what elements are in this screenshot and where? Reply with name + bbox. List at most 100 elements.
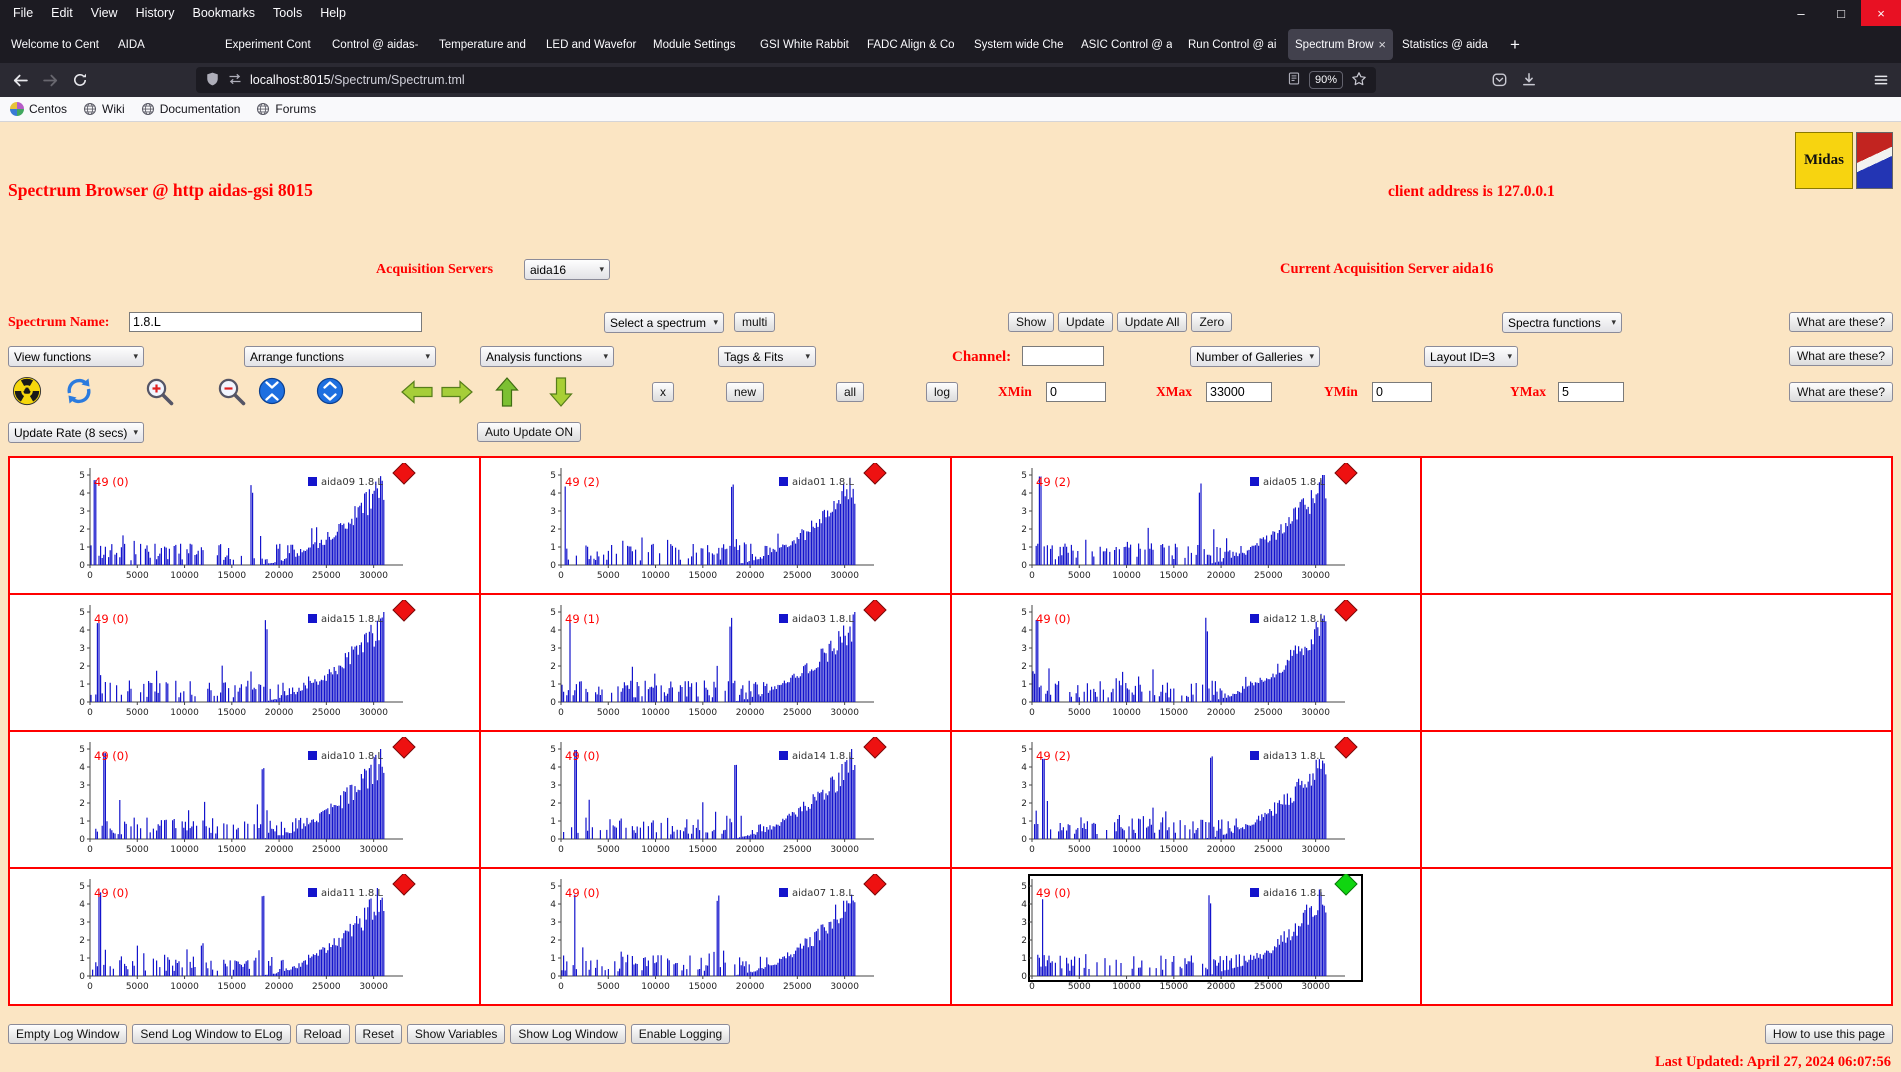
pocket-icon[interactable]	[1485, 67, 1513, 93]
send-log-window-to-elog-button[interactable]: Send Log Window to ELog	[132, 1024, 291, 1044]
ymax-input[interactable]	[1558, 382, 1624, 402]
zoom-in-icon[interactable]	[144, 376, 174, 411]
layout-id-dropdown[interactable]: Layout ID=3 ▾	[1424, 346, 1518, 367]
menu-tools[interactable]: Tools	[264, 0, 311, 26]
downloads-icon[interactable]	[1515, 67, 1543, 93]
gallery-cell-aida16[interactable]: 0 1 2 3 4 5 0 5000 10000 15000 20000 25000 30000 aida…	[950, 868, 1422, 1005]
number-of-galleries-dropdown[interactable]: Number of Galleries ▾	[1190, 346, 1320, 367]
tags-fits-dropdown[interactable]: Tags & Fits ▾	[718, 346, 816, 367]
select-a-spectrum-dropdown[interactable]: Select a spectrum ▾	[604, 312, 724, 333]
xmin-input[interactable]	[1046, 382, 1106, 402]
bookmark-documentation[interactable]: Documentation	[141, 102, 240, 116]
spectrum-plot-aida16[interactable]: 0 1 2 3 4 5 0 5000 10000 15000 20000 25000 30000 aida…	[990, 874, 1370, 1000]
tab-welcome-to-cent[interactable]: Welcome to Cent	[4, 29, 109, 60]
zero-button[interactable]: Zero	[1191, 312, 1233, 332]
update-all-button[interactable]: Update All	[1116, 312, 1188, 332]
spectrum-plot-aida05[interactable]: 0 1 2 3 4 5 0 5000 10000 15000 20000 25000 30000 aida…	[990, 463, 1370, 589]
gallery-cell-aida09[interactable]: 0 1 2 3 4 5 0 5000 10000 15000 20000 25000 30000 aida…	[9, 457, 480, 594]
arrow-right-icon[interactable]	[440, 379, 474, 410]
spectrum-plot-aida14[interactable]: 0 1 2 3 4 5 0 5000 10000 15000 20000 25000 30000 aida…	[519, 737, 899, 863]
update-button[interactable]: Update	[1058, 312, 1113, 332]
gallery-cell-aida13[interactable]: 0 1 2 3 4 5 0 5000 10000 15000 20000 25000 30000 aida…	[950, 731, 1422, 868]
tab-experiment-cont[interactable]: Experiment Cont	[218, 29, 323, 60]
acquisition-server-select[interactable]: aida16 ▾	[524, 259, 610, 280]
menu-history[interactable]: History	[127, 0, 184, 26]
bookmark-centos[interactable]: Centos	[10, 102, 67, 116]
tab-module-settings[interactable]: Module Settings	[646, 29, 751, 60]
new-button[interactable]: new	[726, 382, 765, 402]
gallery-cell-aida07[interactable]: 0 1 2 3 4 5 0 5000 10000 15000 20000 25000 30000 aida…	[479, 868, 951, 1005]
x-button[interactable]: x	[652, 382, 674, 402]
channel-input[interactable]	[1022, 346, 1104, 366]
all-button[interactable]: all	[836, 382, 865, 402]
ymin-input[interactable]	[1372, 382, 1432, 402]
gallery-cell-aida01[interactable]: 0 1 2 3 4 5 0 5000 10000 15000 20000 25000 30000 aida…	[479, 457, 951, 594]
spectrum-plot-aida03[interactable]: 0 1 2 3 4 5 0 5000 10000 15000 20000 25000 30000 aida…	[519, 600, 899, 726]
spectrum-plot-aida12[interactable]: 0 1 2 3 4 5 0 5000 10000 15000 20000 25000 30000 aida…	[990, 600, 1370, 726]
what-are-these-button-1[interactable]: What are these?	[1788, 312, 1893, 332]
gallery-cell-aida14[interactable]: 0 1 2 3 4 5 0 5000 10000 15000 20000 25000 30000 aida…	[479, 731, 951, 868]
gallery-cell-aida12[interactable]: 0 1 2 3 4 5 0 5000 10000 15000 20000 25000 30000 aida…	[950, 594, 1422, 731]
arrow-left-icon[interactable]	[400, 379, 434, 410]
radiation-icon[interactable]	[12, 376, 42, 411]
url-bar[interactable]: localhost:8015/Spectrum/Spectrum.tml 90%	[196, 67, 1376, 93]
arrow-down-icon[interactable]	[548, 376, 574, 413]
gallery-cell-aida05[interactable]: 0 1 2 3 4 5 0 5000 10000 15000 20000 25000 30000 aida…	[950, 457, 1422, 594]
empty-log-window-button[interactable]: Empty Log Window	[8, 1024, 128, 1044]
connection-icon[interactable]	[227, 71, 243, 90]
menu-help[interactable]: Help	[311, 0, 355, 26]
reader-mode-icon[interactable]	[1287, 71, 1301, 89]
spectrum-plot-aida09[interactable]: 0 1 2 3 4 5 0 5000 10000 15000 20000 25000 30000 aida…	[48, 463, 428, 589]
hamburger-menu-icon[interactable]	[1867, 67, 1895, 93]
gallery-cell-aida11[interactable]: 0 1 2 3 4 5 0 5000 10000 15000 20000 25000 30000 aida…	[9, 868, 480, 1005]
bookmark-wiki[interactable]: Wiki	[83, 102, 125, 116]
reload-button[interactable]	[66, 67, 94, 93]
tab-close-icon[interactable]: ×	[1378, 37, 1386, 52]
gallery-cell-aida03[interactable]: 0 1 2 3 4 5 0 5000 10000 15000 20000 25000 30000 aida…	[479, 594, 951, 731]
analysis-functions-dropdown[interactable]: Analysis functions ▾	[480, 346, 614, 367]
show-button[interactable]: Show	[1008, 312, 1055, 332]
expand-y-icon[interactable]	[316, 377, 344, 410]
new-tab-button[interactable]: +	[1501, 29, 1529, 60]
maximize-button[interactable]: □	[1821, 0, 1861, 26]
bookmark-forums[interactable]: Forums	[256, 102, 316, 116]
gallery-cell-aida15[interactable]: 0 1 2 3 4 5 0 5000 10000 15000 20000 25000 30000 aida…	[9, 594, 480, 731]
spectrum-plot-aida07[interactable]: 0 1 2 3 4 5 0 5000 10000 15000 20000 25000 30000 aida…	[519, 874, 899, 1000]
menu-edit[interactable]: Edit	[42, 0, 82, 26]
tab-led-and-wavefor[interactable]: LED and Wavefor	[539, 29, 644, 60]
auto-update-button[interactable]: Auto Update ON	[477, 422, 582, 442]
arrow-up-icon[interactable]	[494, 376, 520, 413]
menu-file[interactable]: File	[4, 0, 42, 26]
menu-view[interactable]: View	[82, 0, 127, 26]
spectrum-name-input[interactable]	[129, 312, 422, 332]
menu-bookmarks[interactable]: Bookmarks	[183, 0, 264, 26]
spectrum-plot-aida11[interactable]: 0 1 2 3 4 5 0 5000 10000 15000 20000 25000 30000 aida…	[48, 874, 428, 1000]
close-button[interactable]: ×	[1861, 0, 1901, 26]
forward-button[interactable]	[36, 67, 64, 93]
what-are-these-button-3[interactable]: What are these?	[1788, 382, 1893, 402]
multi-button[interactable]: multi	[734, 312, 776, 332]
reload-button[interactable]: Reload	[295, 1024, 350, 1044]
spectra-functions-dropdown[interactable]: Spectra functions ▾	[1502, 312, 1622, 333]
tab-spectrum-brow[interactable]: Spectrum Brow ×	[1288, 29, 1393, 60]
log-button[interactable]: log	[926, 382, 959, 402]
refresh-icon[interactable]	[64, 376, 94, 411]
spectrum-plot-aida13[interactable]: 0 1 2 3 4 5 0 5000 10000 15000 20000 25000 30000 aida…	[990, 737, 1370, 863]
tab-gsi-white-rabbit[interactable]: GSI White Rabbit	[753, 29, 858, 60]
midas-logo[interactable]: Midas	[1795, 132, 1853, 189]
tab-temperature-and[interactable]: Temperature and	[432, 29, 537, 60]
tab-aida[interactable]: AIDA	[111, 29, 216, 60]
tab-statistics-aida[interactable]: Statistics @ aida	[1395, 29, 1500, 60]
back-button[interactable]	[6, 67, 34, 93]
tab-run-control-ai[interactable]: Run Control @ ai	[1181, 29, 1286, 60]
compress-y-icon[interactable]	[258, 377, 286, 410]
enable-logging-button[interactable]: Enable Logging	[630, 1024, 731, 1044]
zoom-out-icon[interactable]	[216, 376, 246, 411]
secondary-logo[interactable]	[1856, 132, 1893, 189]
show-variables-button[interactable]: Show Variables	[406, 1024, 506, 1044]
shield-icon[interactable]	[205, 71, 220, 90]
what-are-these-button-2[interactable]: What are these?	[1788, 346, 1893, 366]
tab-fadc-align-co[interactable]: FADC Align & Co	[860, 29, 965, 60]
view-functions-dropdown[interactable]: View functions ▾	[8, 346, 144, 367]
show-log-window-button[interactable]: Show Log Window	[510, 1024, 626, 1044]
